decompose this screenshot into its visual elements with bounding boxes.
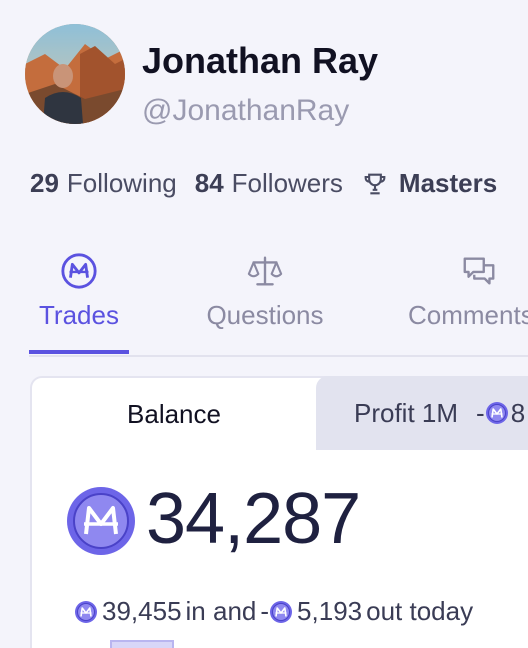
profit-sign: -: [476, 397, 485, 428]
active-tab-indicator: [29, 350, 129, 354]
followers-count: 84: [194, 168, 224, 198]
tab-balance-label: Balance: [127, 398, 221, 429]
scale-icon: [247, 256, 283, 286]
mana-coin-icon: [67, 487, 135, 555]
tab-profit[interactable]: Profit 1M - 8: [316, 376, 528, 450]
mana-coin-icon: [270, 600, 293, 623]
profile-page: Jonathan Ray @JonathanRay 29 Following 84…: [0, 0, 528, 648]
tab-balance[interactable]: Balance: [34, 378, 314, 450]
today-in-value: 39,455: [102, 596, 182, 626]
avatar[interactable]: [25, 24, 125, 124]
today-in-text: in and: [185, 596, 257, 626]
today-out-text: out today: [366, 596, 474, 626]
tab-comments-label: Comments: [408, 300, 528, 330]
following-link[interactable]: 29 Following: [30, 168, 177, 199]
followers-label: Followers: [231, 168, 343, 198]
profile-stats: 29 Following 84 Followers Masters: [30, 168, 497, 199]
tabs-divider: [29, 355, 528, 357]
chat-bubbles-icon: [463, 257, 495, 285]
tab-trades-label: Trades: [39, 300, 119, 330]
username: @JonathanRay: [142, 94, 350, 127]
balance-chart-bar: [110, 640, 174, 648]
today-out-sign: -: [260, 596, 270, 626]
tab-trades[interactable]: Trades: [30, 252, 128, 331]
trophy-icon: [364, 173, 386, 194]
following-count: 29: [30, 168, 59, 198]
mana-coin-icon: [485, 402, 508, 424]
followers-link[interactable]: 84 Followers: [195, 168, 343, 199]
balance-value: 34,287: [146, 479, 361, 559]
display-name: Jonathan Ray: [142, 40, 379, 81]
league-link[interactable]: Masters: [361, 168, 497, 199]
profile-tabs: Trades Questions Comments: [0, 252, 528, 356]
avatar-image: [25, 24, 125, 124]
today-summary: 39,455 in and - 5,193 out today: [74, 596, 477, 627]
tab-questions[interactable]: Questions: [200, 252, 330, 331]
profit-value: 8: [510, 397, 526, 428]
tab-questions-label: Questions: [206, 300, 324, 330]
today-out-value: 5,193: [297, 596, 363, 626]
tab-profit-label: Profit 1M: [354, 397, 459, 428]
mana-coin-icon: [61, 253, 97, 289]
league-label: Masters: [398, 168, 498, 198]
mana-coin-icon: [75, 600, 97, 623]
following-label: Following: [66, 168, 177, 198]
tab-comments[interactable]: Comments: [408, 252, 528, 331]
